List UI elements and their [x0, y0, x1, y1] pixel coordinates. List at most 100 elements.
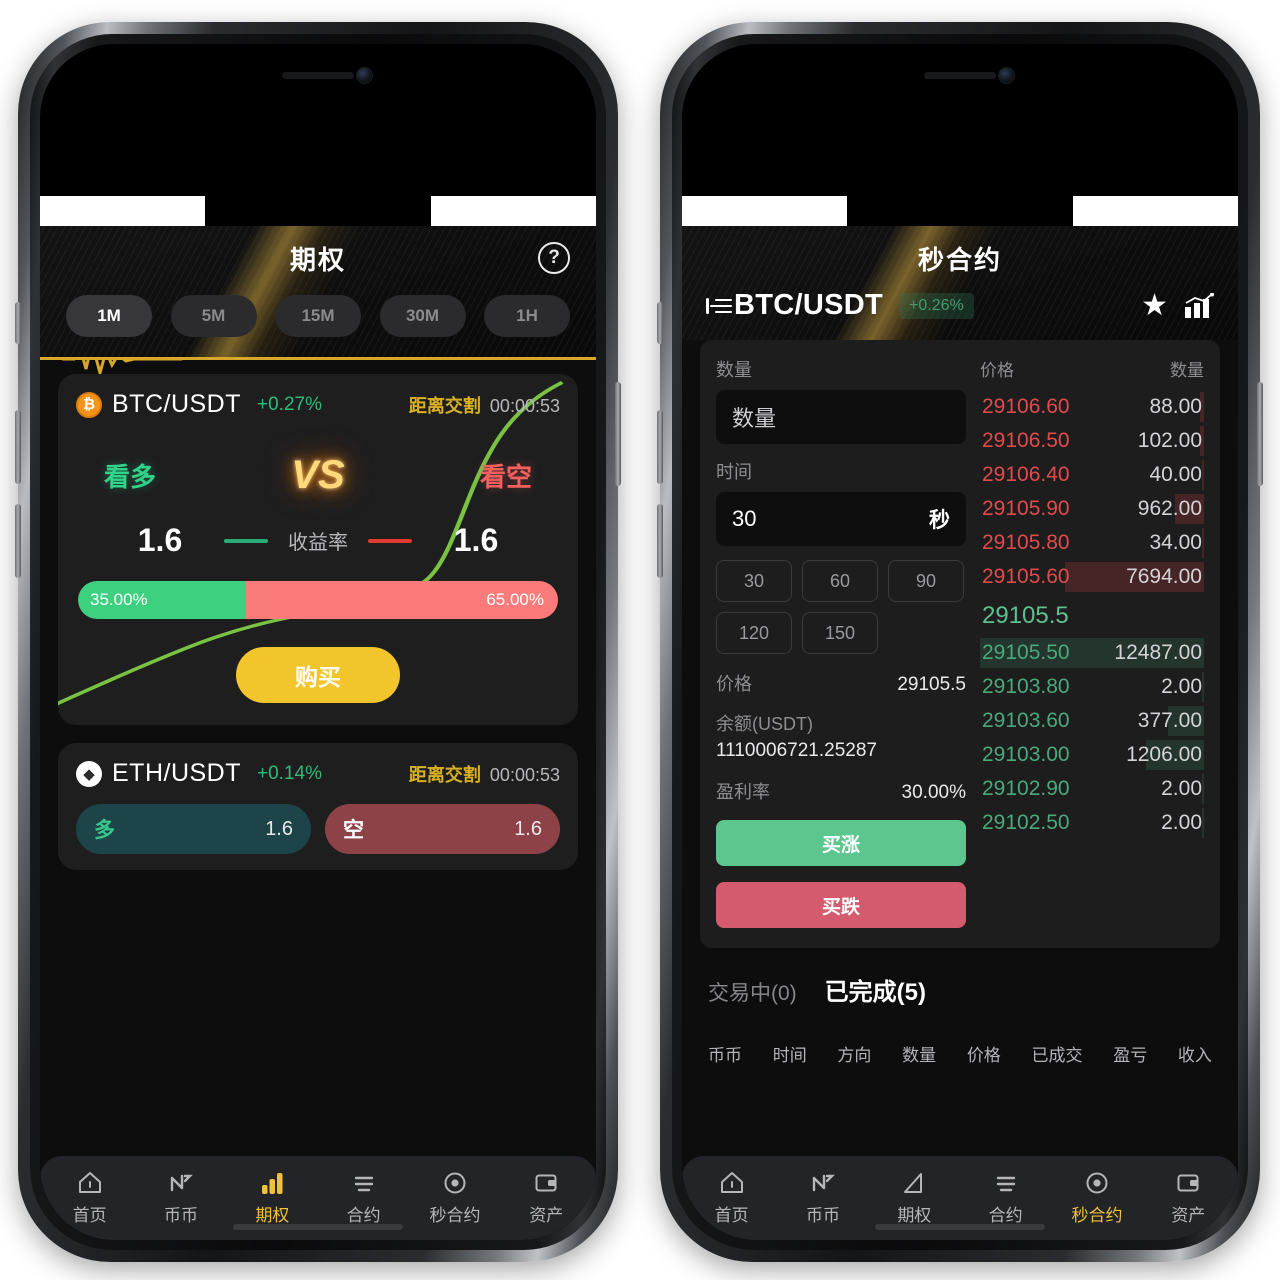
long-label: 看多 [104, 462, 157, 492]
order-book-row[interactable]: 29102.90 2.00 [980, 772, 1204, 806]
star-icon[interactable]: ★ [1141, 290, 1168, 321]
depth-bar [1201, 672, 1204, 702]
order-book-row[interactable]: 29105.60 7694.00 [980, 560, 1204, 594]
order-qty: 1206.00 [1126, 743, 1202, 766]
order-book-row[interactable]: 29106.60 88.00 [980, 390, 1204, 424]
order-book-row[interactable]: 29102.50 2.00 [980, 806, 1204, 840]
order-price: 29103.60 [982, 709, 1070, 732]
buy-down-button[interactable]: 买跌 [716, 882, 966, 928]
tab-label: 合约 [988, 1206, 1023, 1225]
tab-options[interactable]: 期权 [227, 1170, 318, 1226]
quick-time-90[interactable]: 90 [888, 560, 964, 602]
tab-trading[interactable]: 交易中(0) [708, 977, 797, 1007]
order-book-row[interactable]: 29105.80 34.00 [980, 526, 1204, 560]
order-book-row[interactable]: 29103.60 377.00 [980, 704, 1204, 738]
order-column-header: 数量 [902, 1046, 937, 1065]
tab-label: 币币 [805, 1206, 840, 1225]
volume-down-button[interactable] [15, 504, 21, 578]
volume-up-button[interactable] [15, 410, 21, 484]
tab-label: 秒合约 [1071, 1206, 1123, 1225]
tab-contract[interactable]: 合约 [318, 1170, 409, 1226]
order-price: 29102.50 [982, 811, 1070, 834]
order-book-row[interactable]: 29106.50 102.00 [980, 424, 1204, 458]
tab-coin[interactable]: 币币 [135, 1170, 226, 1226]
order-column-header: 盈亏 [1113, 1046, 1148, 1065]
tab-options[interactable]: 期权 [869, 1170, 960, 1226]
power-button[interactable] [1257, 382, 1263, 486]
second-contract-header: 秒合约 BTC/USDT +0.26% ★ [682, 196, 1238, 340]
tab-second-contract[interactable]: 秒合约 [1051, 1170, 1142, 1226]
order-column-header: 方向 [837, 1046, 872, 1065]
tab-label: 首页 [72, 1206, 107, 1225]
col-qty: 数量 [1170, 361, 1204, 380]
order-book-row[interactable]: 29103.80 2.00 [980, 670, 1204, 704]
interval-chip-1m[interactable]: 1M [66, 295, 152, 337]
tab-home[interactable]: 首页 [686, 1170, 777, 1226]
depth-bar [1201, 460, 1204, 490]
power-button[interactable] [615, 382, 621, 486]
bar-chart-trend-icon[interactable] [1184, 292, 1214, 319]
buy-up-button[interactable]: 买涨 [716, 820, 966, 866]
eth-action-row: 多 1.6 空 1.6 [76, 804, 560, 854]
time-label: 时间 [716, 462, 752, 482]
tab-coin[interactable]: 币币 [777, 1170, 868, 1226]
tab-contract[interactable]: 合约 [960, 1170, 1051, 1226]
interval-chip-30m[interactable]: 30M [379, 295, 466, 337]
order-book-row[interactable]: 29105.50 12487.00 [980, 636, 1204, 670]
tab-home[interactable]: 首页 [44, 1170, 135, 1226]
quick-time-30[interactable]: 30 [716, 560, 792, 602]
market-pair[interactable]: BTC/USDT [734, 289, 883, 322]
quick-time-120[interactable]: 120 [716, 612, 792, 654]
order-book-row[interactable]: 29105.90 962.00 [980, 492, 1204, 526]
mute-switch[interactable] [15, 302, 21, 344]
wallet-icon [533, 1170, 559, 1196]
ask-rows: 29106.60 88.00 29106.50 102.00 29106.40 40.00… [980, 390, 1204, 594]
order-column-header: 币币 [708, 1046, 742, 1065]
swap-icon [168, 1170, 194, 1196]
mute-switch[interactable] [657, 302, 663, 344]
order-book-row[interactable]: 29103.00 1206.00 [980, 738, 1204, 772]
vs-row: 看多 VS 看空 [76, 419, 560, 504]
quick-time-group: 30 60 90 120 150 [716, 560, 966, 654]
collapse-left-icon[interactable] [706, 296, 732, 316]
lines-icon [351, 1170, 377, 1196]
settle-countdown: 距离交割 00:00:53 [409, 761, 560, 787]
depth-bar [1201, 528, 1204, 558]
order-book: 价格 数量 29106.60 88.00 29106.50 102.00 29106.4… [980, 356, 1204, 928]
time-input[interactable]: 30 秒 [716, 492, 966, 546]
interval-chip-15m[interactable]: 15M [275, 295, 361, 337]
option-card-btc[interactable]: ₿ BTC/USDT +0.27% 距离交割 00:00:53 看多 VS 看空… [58, 374, 578, 725]
tab-assets[interactable]: 资产 [501, 1170, 592, 1226]
order-book-row[interactable]: 29106.40 40.00 [980, 458, 1204, 492]
bid-rows: 29105.50 12487.00 29103.80 2.00 29103.60 377.… [980, 636, 1204, 840]
order-qty: 88.00 [1149, 395, 1202, 418]
option-card-eth[interactable]: ◆ ETH/USDT +0.14% 距离交割 00:00:53 多 1.6 空 … [58, 743, 578, 870]
buy-button[interactable]: 购买 [236, 647, 400, 703]
interval-chip-1h[interactable]: 1H [484, 295, 570, 337]
order-price: 29106.60 [982, 395, 1070, 418]
quick-time-60[interactable]: 60 [802, 560, 878, 602]
tab-label: 期权 [897, 1206, 932, 1225]
tab-second-contract[interactable]: 秒合约 [409, 1170, 500, 1226]
amount-input[interactable]: 数量 [716, 390, 966, 444]
volume-up-button[interactable] [657, 410, 663, 484]
header-actions: ★ [1141, 290, 1214, 321]
tab-completed[interactable]: 已完成(5) [825, 972, 926, 1007]
help-circle-icon[interactable]: ? [538, 242, 570, 274]
order-qty: 12487.00 [1114, 641, 1202, 664]
order-qty: 40.00 [1149, 463, 1202, 486]
eth-long-button[interactable]: 多 1.6 [76, 804, 311, 854]
volume-down-button[interactable] [657, 504, 663, 578]
notch-shoulders [682, 196, 1238, 226]
tab-label: 资产 [529, 1206, 564, 1225]
eth-long-tag: 多 [94, 819, 115, 842]
quick-time-150[interactable]: 150 [802, 612, 878, 654]
settle-label: 距离交割 [408, 395, 481, 416]
home-indicator [233, 1224, 403, 1230]
settle-time: 00:00:53 [489, 764, 560, 785]
tab-label: 期权 [255, 1206, 290, 1225]
eth-short-button[interactable]: 空 1.6 [325, 804, 560, 854]
order-qty: 7694.00 [1126, 565, 1202, 588]
tab-assets[interactable]: 资产 [1143, 1170, 1234, 1226]
interval-chip-5m[interactable]: 5M [170, 295, 257, 337]
